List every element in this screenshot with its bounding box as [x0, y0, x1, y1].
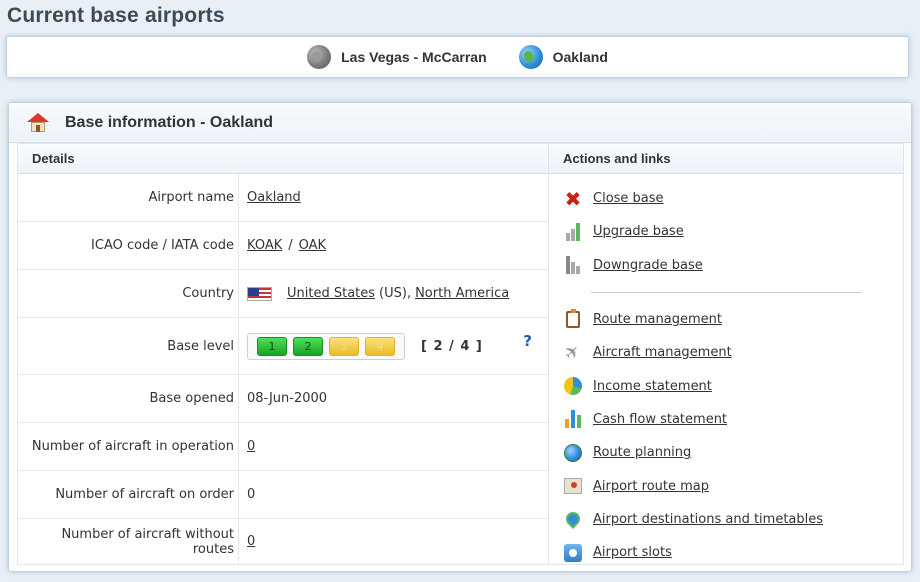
- actions-section: Actions and links ✖ Close base Upgrade b…: [549, 143, 904, 565]
- aircraft-order-label: Number of aircraft on order: [18, 471, 239, 518]
- map-pin-icon: [563, 509, 583, 530]
- globe-color-icon: [518, 45, 543, 69]
- panel-header: Base information - Oakland: [9, 103, 911, 143]
- base-level-label: Base level: [18, 318, 239, 374]
- base-chip-oakland[interactable]: Oakland: [518, 45, 608, 69]
- route-planning-link[interactable]: Route planning: [593, 445, 691, 460]
- action-aircraft-management[interactable]: ✈ Aircraft management: [560, 336, 903, 369]
- aircraft-no-routes-label: Number of aircraft without routes: [18, 519, 239, 564]
- base-selector-bar: Las Vegas - McCarran Oakland: [6, 36, 909, 78]
- icao-link[interactable]: KOAK: [247, 238, 282, 253]
- bar-chart-icon: [563, 409, 583, 429]
- pie-chart-icon: [563, 376, 583, 396]
- base-chip-las-vegas[interactable]: Las Vegas - McCarran: [307, 45, 487, 69]
- base-opened-value: 08-Jun-2000: [247, 391, 328, 406]
- row-codes: ICAO code / IATA code KOAK / OAK: [18, 222, 548, 270]
- country-label: Country: [18, 270, 239, 317]
- base-opened-label: Base opened: [18, 375, 239, 422]
- action-close-base[interactable]: ✖ Close base: [563, 182, 903, 215]
- row-aircraft-order: Number of aircraft on order 0: [18, 471, 548, 519]
- level-1-badge: 1: [257, 336, 287, 356]
- us-flag-icon: [247, 286, 272, 301]
- aircraft-no-routes-link[interactable]: 0: [247, 534, 255, 549]
- level-2-badge: 2: [293, 336, 323, 356]
- aircraft-operation-label: Number of aircraft in operation: [18, 423, 239, 470]
- action-route-planning[interactable]: Route planning: [563, 436, 903, 469]
- level-3-badge: 3: [329, 336, 359, 356]
- row-airport-name: Airport name Oakland: [18, 174, 548, 222]
- house-icon: [27, 112, 49, 133]
- details-header: Details: [18, 144, 548, 174]
- help-icon[interactable]: ?: [523, 332, 532, 350]
- clipboard-icon: [563, 309, 583, 330]
- action-income-statement[interactable]: Income statement: [563, 369, 903, 402]
- row-country: Country United States (US), North Americ…: [18, 270, 548, 318]
- close-icon: ✖: [564, 186, 582, 211]
- row-base-level: Base level 1 2 3 4 [ 2 / 4 ] ?: [18, 318, 548, 375]
- codes-label: ICAO code / IATA code: [18, 222, 239, 269]
- airport-name-label: Airport name: [18, 174, 239, 221]
- action-upgrade-base[interactable]: Upgrade base: [563, 215, 903, 248]
- action-cash-flow[interactable]: Cash flow statement: [563, 403, 903, 436]
- map-icon: [563, 476, 583, 496]
- airport-name-link[interactable]: Oakland: [247, 190, 301, 205]
- action-route-map[interactable]: Airport route map: [563, 469, 903, 502]
- page-title: Current base airports: [7, 4, 225, 27]
- upgrade-icon: [563, 222, 583, 242]
- row-aircraft-operation: Number of aircraft in operation 0: [18, 423, 548, 471]
- airport-slots-link[interactable]: Airport slots: [593, 545, 672, 560]
- upgrade-base-link[interactable]: Upgrade base: [593, 224, 684, 239]
- action-route-management[interactable]: Route management: [563, 303, 903, 336]
- base-info-panel: Base information - Oakland Details Airpo…: [8, 102, 912, 572]
- continent-link[interactable]: North America: [415, 286, 509, 301]
- country-link[interactable]: United States: [287, 286, 375, 301]
- row-aircraft-no-routes: Number of aircraft without routes 0: [18, 519, 548, 564]
- aircraft-operation-link[interactable]: 0: [247, 439, 255, 454]
- close-base-link[interactable]: Close base: [593, 191, 664, 206]
- base-chip-label: Oakland: [552, 49, 608, 65]
- destinations-link[interactable]: Airport destinations and timetables: [593, 512, 823, 527]
- actions-header: Actions and links: [549, 144, 903, 174]
- action-airport-slots[interactable]: Airport slots: [563, 536, 903, 569]
- details-section: Details Airport name Oakland ICAO code /…: [17, 143, 549, 565]
- downgrade-base-link[interactable]: Downgrade base: [593, 258, 703, 273]
- downgrade-icon: [563, 255, 583, 275]
- base-level-text: [ 2 / 4 ]: [421, 338, 483, 354]
- clock-icon: [563, 543, 583, 563]
- country-code: (US),: [379, 286, 412, 301]
- airplane-icon: ✈: [560, 340, 586, 366]
- panel-title: Base information - Oakland: [65, 113, 274, 131]
- level-4-badge: 4: [365, 336, 395, 356]
- income-statement-link[interactable]: Income statement: [593, 379, 712, 394]
- route-management-link[interactable]: Route management: [593, 312, 722, 327]
- globe-search-icon: [563, 443, 583, 463]
- aircraft-management-link[interactable]: Aircraft management: [593, 345, 732, 360]
- aircraft-order-value: 0: [247, 487, 256, 502]
- iata-link[interactable]: OAK: [299, 238, 326, 253]
- action-downgrade-base[interactable]: Downgrade base: [563, 249, 903, 282]
- route-map-link[interactable]: Airport route map: [593, 479, 709, 494]
- code-separator: /: [288, 238, 293, 253]
- actions-divider: [591, 291, 861, 293]
- base-chip-label: Las Vegas - McCarran: [341, 49, 487, 65]
- base-level-indicator: 1 2 3 4: [247, 332, 405, 360]
- row-base-opened: Base opened 08-Jun-2000: [18, 375, 548, 423]
- cash-flow-link[interactable]: Cash flow statement: [593, 412, 727, 427]
- action-destinations[interactable]: Airport destinations and timetables: [563, 503, 903, 536]
- globe-grey-icon: [307, 45, 332, 69]
